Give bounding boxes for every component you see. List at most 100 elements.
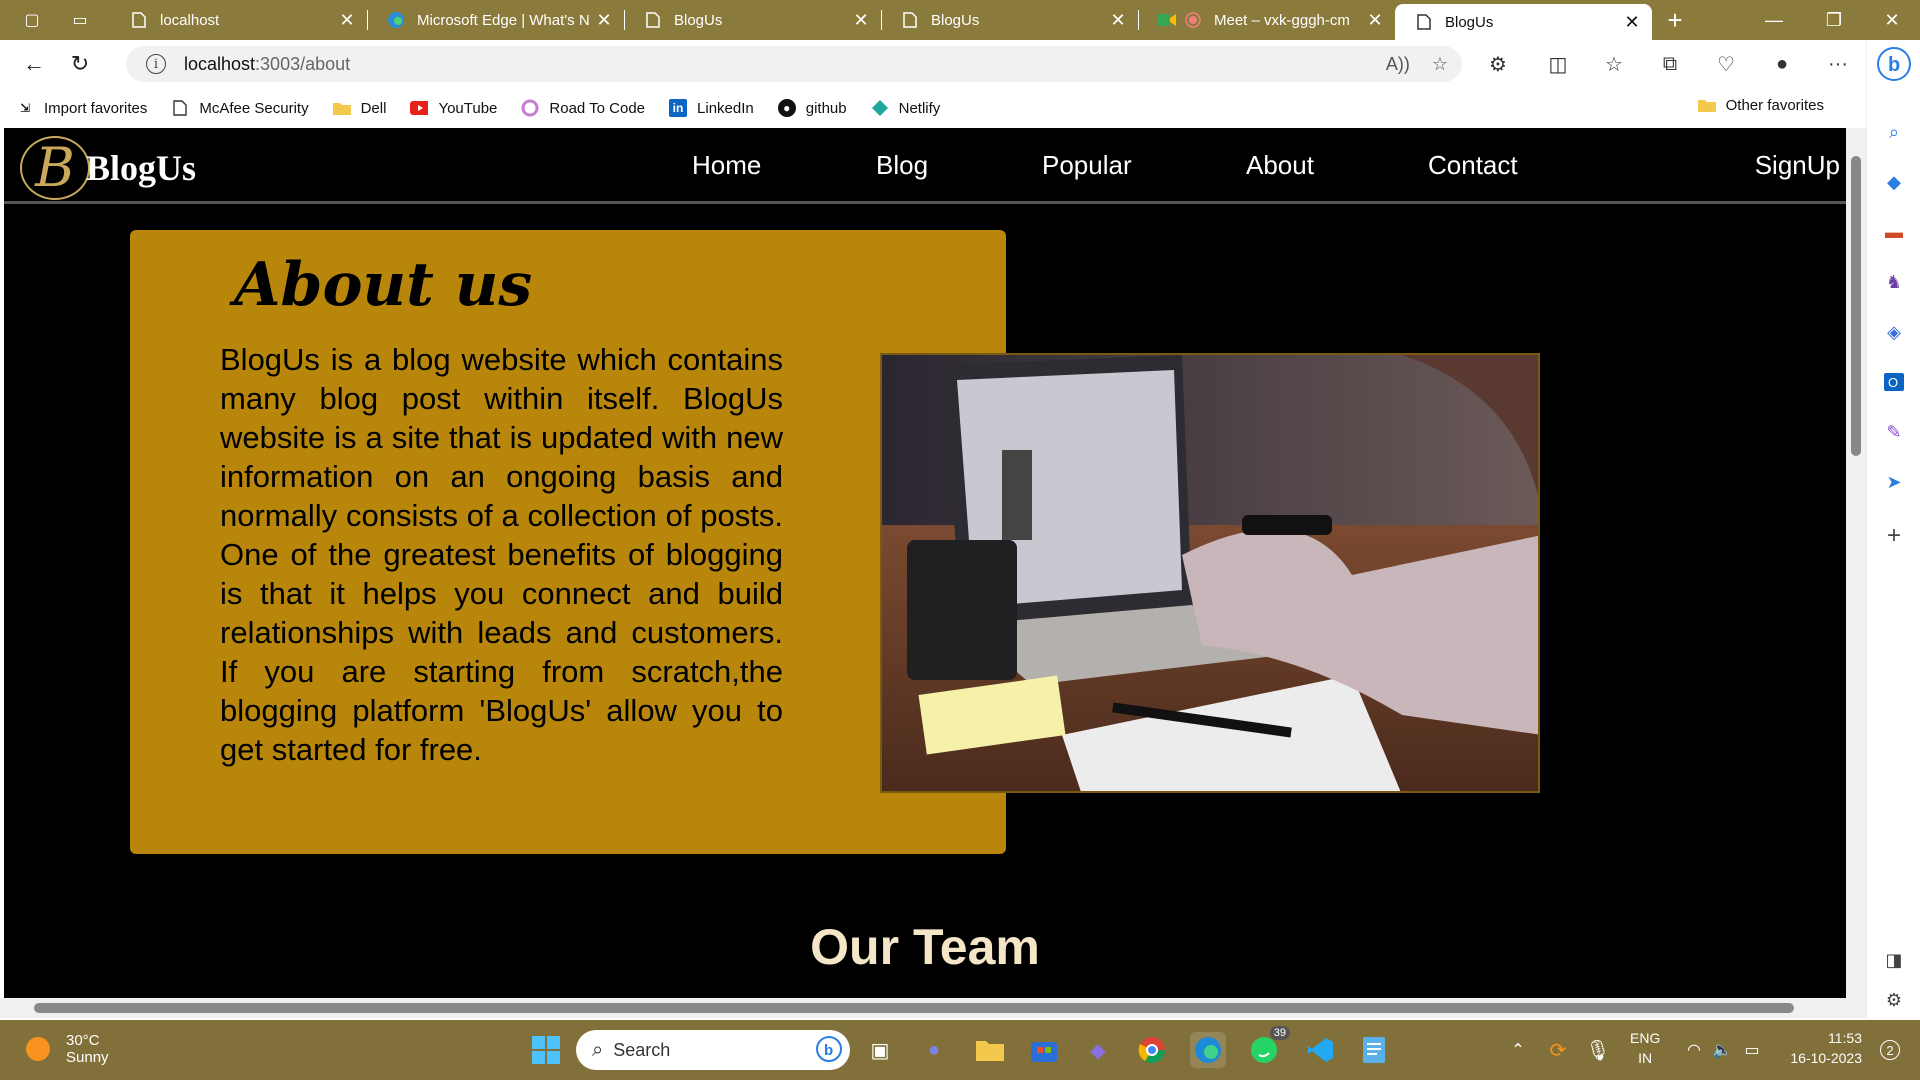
battery-icon[interactable]: ▭ <box>1734 1032 1770 1068</box>
close-icon[interactable]: ✕ <box>851 10 871 31</box>
close-icon[interactable]: ✕ <box>1622 12 1642 33</box>
task-view-icon[interactable]: ▣ <box>862 1032 898 1068</box>
weather-widget[interactable]: 30°C Sunny <box>26 1032 109 1066</box>
close-icon[interactable]: ✕ <box>1108 10 1128 31</box>
weather-temp: 30°C <box>66 1032 100 1049</box>
sidebar-toggle-icon[interactable]: ◨ <box>1876 942 1912 978</box>
page-viewport: B BlogUs Home Blog Popular About Contact… <box>4 128 1846 998</box>
fav-label: McAfee Security <box>199 99 309 117</box>
favorite-star-icon[interactable]: ☆ <box>1432 54 1448 75</box>
designer-icon[interactable]: ✎ <box>1876 414 1912 450</box>
bing-chat-icon[interactable]: b <box>1876 46 1912 82</box>
svg-text:b: b <box>1888 54 1900 76</box>
nav-popular[interactable]: Popular <box>1042 150 1132 181</box>
profile-icon[interactable]: ● <box>1762 44 1802 84</box>
notification-count: 2 <box>1880 1040 1900 1060</box>
nav-contact[interactable]: Contact <box>1428 150 1518 181</box>
tab-actions-icon[interactable]: ▭ <box>62 0 98 40</box>
chevron-up-icon[interactable]: ⌃ <box>1500 1032 1536 1068</box>
taskbar-search[interactable]: ⌕ Search b <box>576 1030 850 1070</box>
whatsapp-icon[interactable]: 39 <box>1246 1026 1290 1068</box>
copilot-icon[interactable]: ◈ <box>1876 314 1912 350</box>
chrome-icon[interactable] <box>1134 1032 1170 1068</box>
site-info-icon[interactable]: i <box>146 54 166 74</box>
whatsapp-badge: 39 <box>1269 1026 1290 1040</box>
fav-linkedin[interactable]: in LinkedIn <box>669 99 754 117</box>
split-screen-icon[interactable]: ◫ <box>1538 44 1578 84</box>
fav-label: Other favorites <box>1725 96 1824 114</box>
favorites-icon[interactable]: ☆ <box>1594 44 1634 84</box>
fav-netlify[interactable]: Netlify <box>871 99 940 117</box>
search-icon[interactable]: ⌕ <box>1876 114 1912 150</box>
page-icon <box>171 99 189 117</box>
edge-sidebar: b ⌕ ◆ ▬ ♞ ◈ O ✎ ➤ + ◨ ⚙ <box>1866 40 1920 1020</box>
nav-home[interactable]: Home <box>692 150 761 181</box>
tab-blogus-active[interactable]: BlogUs ✕ <box>1395 4 1652 40</box>
tab-title: BlogUs <box>1445 13 1494 31</box>
copilot-taskbar-icon[interactable]: ◆ <box>1080 1032 1116 1068</box>
teams-chat-icon[interactable]: ● <box>916 1032 952 1068</box>
edge-taskbar-icon[interactable] <box>1190 1032 1226 1068</box>
fav-other-favorites[interactable]: Other favorites <box>1697 96 1824 114</box>
tab-title: BlogUs <box>674 11 723 29</box>
workspaces-icon[interactable]: ▢ <box>14 0 50 40</box>
nav-blog[interactable]: Blog <box>876 150 928 181</box>
tab-blogus-2[interactable]: BlogUs ✕ <box>881 0 1138 40</box>
minimize-icon[interactable]: — <box>1744 0 1804 40</box>
sync-icon[interactable]: ⟳ <box>1540 1032 1576 1068</box>
close-icon[interactable]: ✕ <box>337 10 357 31</box>
close-icon[interactable]: ✕ <box>594 10 614 31</box>
more-menu-icon[interactable]: ··· <box>1818 44 1858 84</box>
window-close-icon[interactable]: ✕ <box>1862 0 1920 40</box>
read-aloud-icon[interactable]: A)) <box>1386 54 1410 75</box>
extensions-icon[interactable]: ⚙ <box>1478 44 1518 84</box>
send-icon[interactable]: ➤ <box>1876 464 1912 500</box>
browser-essentials-icon[interactable]: ♡ <box>1706 44 1746 84</box>
fav-github[interactable]: ● github <box>777 99 847 117</box>
file-explorer-icon[interactable] <box>972 1032 1008 1068</box>
microphone-icon[interactable]: 🎙 <box>1580 1032 1616 1068</box>
restore-icon[interactable]: ❐ <box>1804 0 1864 40</box>
vertical-scroll-thumb[interactable] <box>1851 156 1861 456</box>
outlook-icon[interactable]: O <box>1876 364 1912 400</box>
games-icon[interactable]: ♞ <box>1876 264 1912 300</box>
notification-badge[interactable]: 2 <box>1872 1032 1908 1068</box>
vscode-icon[interactable] <box>1302 1032 1338 1068</box>
tab-meet[interactable]: Meet – vxk-gggh-cm ✕ <box>1138 0 1395 40</box>
collections-icon[interactable]: ⧉ <box>1650 44 1690 84</box>
tab-title: Microsoft Edge | What's N <box>417 11 590 29</box>
fav-import[interactable]: ⇲ Import favorites <box>16 99 147 117</box>
settings-icon[interactable]: ⚙ <box>1876 982 1912 1018</box>
back-icon[interactable]: ← <box>12 44 56 84</box>
new-tab-icon[interactable]: + <box>1652 0 1698 40</box>
notepad-icon[interactable] <box>1356 1032 1392 1068</box>
windows-start-icon[interactable] <box>528 1032 564 1068</box>
clock-date: 16-10-2023 <box>1790 1050 1862 1066</box>
horizontal-scroll-thumb[interactable] <box>34 1003 1794 1013</box>
tab-blogus-1[interactable]: BlogUs ✕ <box>624 0 881 40</box>
tab-edge-whats-new[interactable]: Microsoft Edge | What's N ✕ <box>367 0 624 40</box>
clock[interactable]: 11:53 16-10-2023 <box>1778 1028 1862 1068</box>
signup-link[interactable]: SignUp <box>1755 150 1840 181</box>
tools-icon[interactable]: ▬ <box>1876 214 1912 250</box>
shopping-icon[interactable]: ◆ <box>1876 164 1912 200</box>
tab-localhost[interactable]: localhost ✕ <box>110 0 367 40</box>
refresh-icon[interactable]: ↻ <box>58 44 102 84</box>
site-logo[interactable]: B BlogUs <box>20 136 196 200</box>
site-navbar: B BlogUs Home Blog Popular About Contact… <box>4 128 1846 204</box>
nav-about[interactable]: About <box>1246 150 1314 181</box>
url-field[interactable]: i localhost :3003/about A)) ☆ <box>126 46 1462 82</box>
tab-strip: ▢ ▭ localhost ✕ Microsoft Edge | What's … <box>0 0 1920 40</box>
add-icon[interactable]: + <box>1876 518 1912 554</box>
fav-youtube[interactable]: YouTube <box>410 99 497 117</box>
fav-dell[interactable]: Dell <box>332 99 387 117</box>
vertical-scrollbar[interactable] <box>1846 128 1866 998</box>
tab-title: BlogUs <box>931 11 980 29</box>
fav-road-to-code[interactable]: Road To Code <box>521 99 645 117</box>
horizontal-scrollbar[interactable] <box>0 998 1866 1018</box>
store-icon[interactable] <box>1026 1032 1062 1068</box>
fav-label: Dell <box>360 99 387 117</box>
language-indicator[interactable]: ENG IN <box>1630 1028 1660 1068</box>
fav-mcafee[interactable]: McAfee Security <box>171 99 309 117</box>
close-icon[interactable]: ✕ <box>1365 10 1385 31</box>
